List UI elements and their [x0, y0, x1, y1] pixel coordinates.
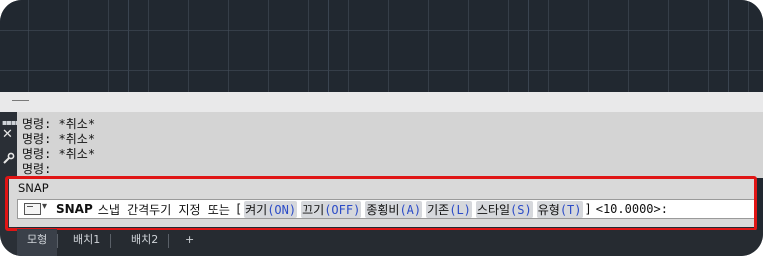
tab-divider [168, 234, 170, 248]
history-line: 명령: *취소* [22, 132, 96, 146]
layout-tabs: 모형 배치1 배치2 + [17, 229, 763, 256]
tab-label: 모형 [27, 233, 48, 246]
tab-layout2[interactable]: 배치2 [121, 229, 170, 256]
grid-line [528, 0, 529, 92]
autocad-window: ▪▪▪▪ ✕ 명령: *취소* 명령: *취소* 명령: *취소* 명령: SN… [0, 0, 763, 256]
tab-divider [57, 234, 59, 248]
command-window-splitter[interactable] [0, 92, 763, 112]
tab-label: 배치2 [131, 233, 159, 246]
history-line: 명령: [22, 162, 52, 176]
close-icon[interactable]: ✕ [2, 128, 13, 141]
tab-label: 배치1 [73, 233, 101, 246]
grid-line [128, 0, 129, 92]
grid-line [328, 0, 329, 92]
history-line: 명령: *취소* [22, 147, 96, 161]
grid-line [728, 0, 729, 92]
splitter-grip[interactable] [12, 100, 29, 101]
history-line: 명령: *취소* [22, 117, 96, 131]
wrench-icon[interactable] [2, 152, 15, 165]
tab-model[interactable]: 모형 [17, 229, 59, 256]
tab-divider [110, 234, 112, 248]
plus-icon: + [185, 233, 195, 246]
command-history: 명령: *취소* 명령: *취소* 명령: *취소* 명령: [17, 112, 763, 178]
add-layout-tab[interactable]: + [175, 229, 204, 256]
drawing-area[interactable] [0, 0, 763, 92]
screenshot-frame: ▪▪▪▪ ✕ 명령: *취소* 명령: *취소* 명령: *취소* 명령: SN… [0, 0, 763, 256]
highlight-box [5, 176, 757, 231]
tab-layout1[interactable]: 배치1 [63, 229, 112, 256]
